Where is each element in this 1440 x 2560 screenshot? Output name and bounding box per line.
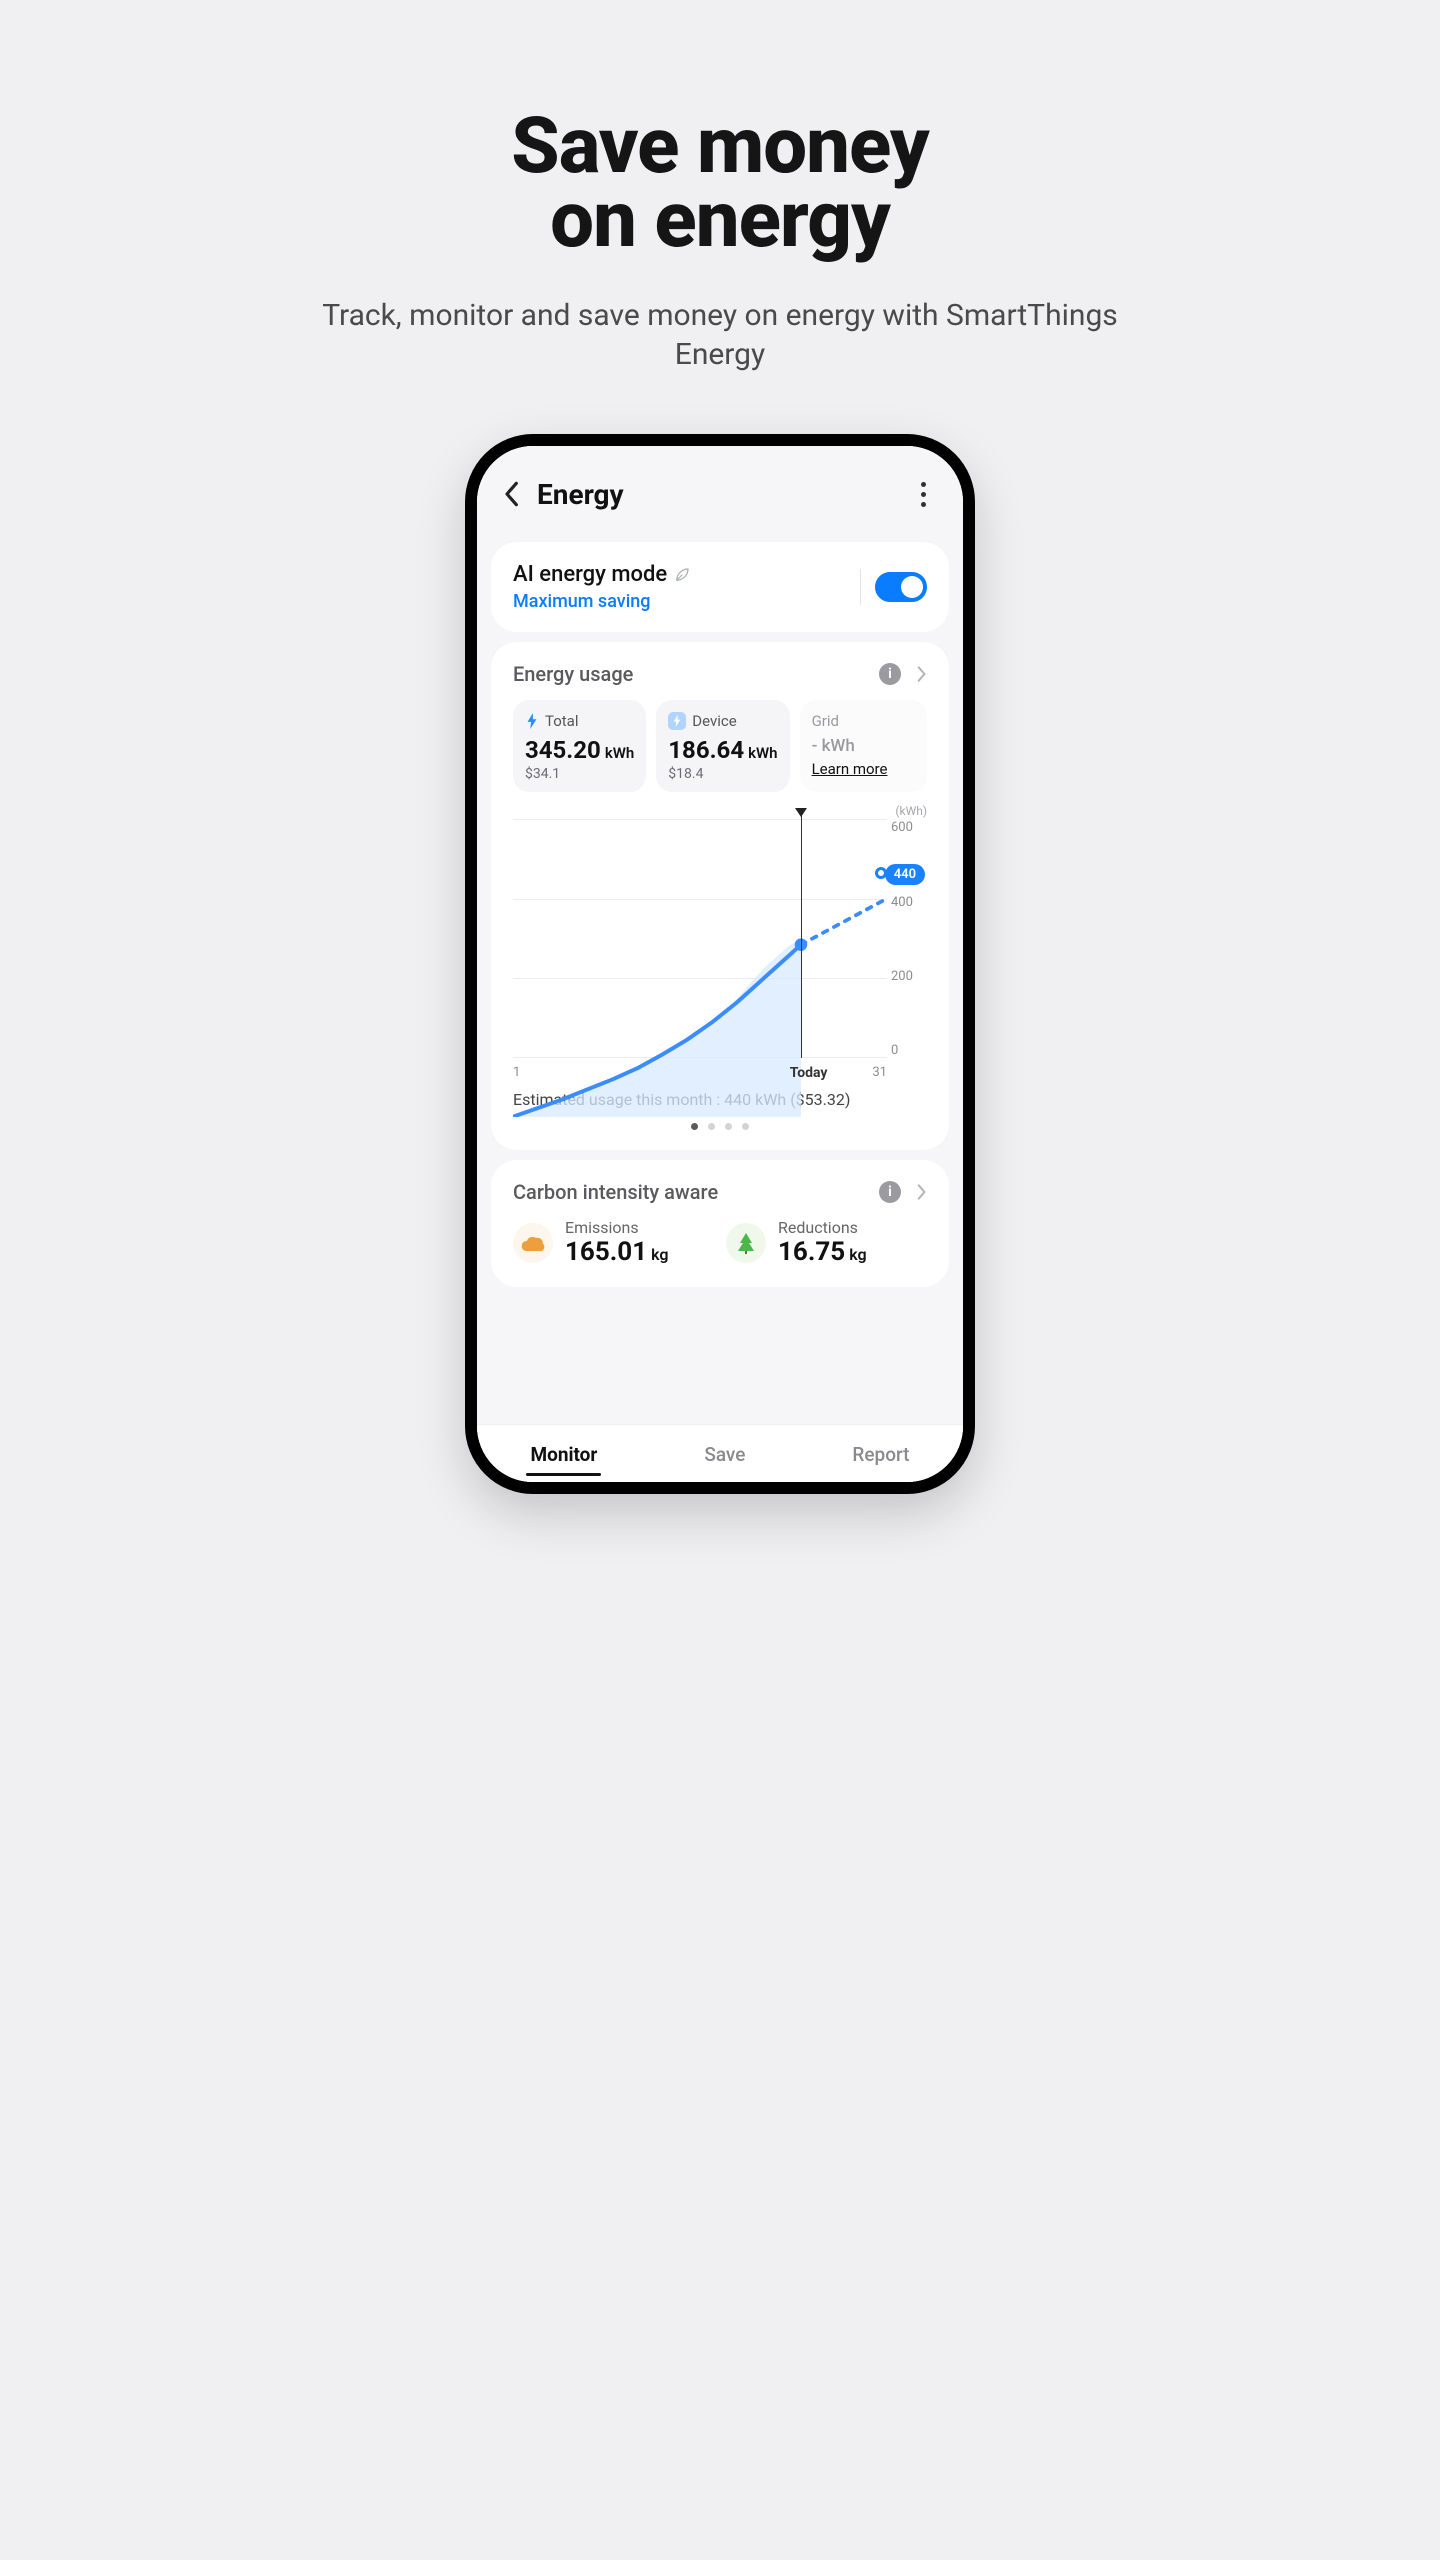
app-header: Energy [477, 446, 963, 532]
stat-device-unit: kWh [748, 744, 777, 762]
carousel-dot[interactable] [725, 1123, 732, 1130]
carbon-emissions: Emissions 165.01 kg [513, 1218, 714, 1267]
carousel-dot[interactable] [691, 1123, 698, 1130]
stat-grid[interactable]: Grid - kWh Learn more [800, 700, 927, 792]
ytick: 0 [891, 1043, 927, 1058]
ytick: 200 [891, 969, 927, 984]
reductions-value: 16.75 [778, 1237, 845, 1267]
ai-mode-toggle[interactable] [875, 572, 927, 602]
ai-energy-mode-card[interactable]: AI energy mode Maximum saving [491, 542, 949, 632]
device-icon [668, 712, 686, 730]
carousel-dots[interactable] [513, 1123, 927, 1130]
hero-title-line2: on energy [550, 175, 890, 266]
reductions-unit: kg [849, 1245, 866, 1264]
emissions-label: Emissions [565, 1218, 669, 1237]
stat-total-unit: kWh [605, 744, 634, 762]
page-title: Energy [537, 478, 624, 511]
info-icon[interactable]: i [879, 1181, 901, 1203]
chart-x-ticks: 1 Today 31 [513, 1065, 887, 1080]
energy-usage-title: Energy usage [513, 662, 879, 686]
hero-subtitle: Track, monitor and save money on energy … [310, 296, 1130, 374]
stat-total-label: Total [545, 712, 579, 730]
info-icon[interactable]: i [879, 663, 901, 685]
carbon-reductions: Reductions 16.75 kg [726, 1218, 927, 1267]
tree-icon [726, 1223, 766, 1263]
ai-mode-subtitle: Maximum saving [513, 591, 846, 612]
emissions-unit: kg [651, 1245, 668, 1264]
xtick-end: 31 [872, 1065, 887, 1080]
cloud-icon [513, 1223, 553, 1263]
carousel-dot[interactable] [708, 1123, 715, 1130]
xtick-start: 1 [513, 1065, 520, 1080]
chart-y-unit: (kWh) [895, 804, 927, 818]
stat-device-cost: $18.4 [668, 766, 777, 782]
usage-chart: (kWh) 600 400 200 0 [513, 810, 927, 1080]
back-icon[interactable] [491, 474, 531, 514]
reductions-label: Reductions [778, 1218, 867, 1237]
chart-today-marker [801, 812, 802, 1058]
carbon-card: Carbon intensity aware i Emissions [491, 1160, 949, 1287]
phone-frame: Energy AI energy mode Maximum saving [465, 434, 975, 1494]
stat-total-cost: $34.1 [525, 766, 634, 782]
carbon-title: Carbon intensity aware [513, 1180, 879, 1204]
leaf-icon [673, 566, 691, 584]
xtick-today: Today [790, 1065, 828, 1081]
stat-device-value: 186.64 [668, 736, 744, 764]
tab-report[interactable]: Report [842, 1443, 919, 1466]
emissions-value: 165.01 [565, 1237, 647, 1267]
ytick: 400 [891, 895, 927, 910]
tab-save[interactable]: Save [694, 1443, 755, 1466]
hero-title: Save money on energy [310, 110, 1130, 258]
tab-monitor[interactable]: Monitor [520, 1443, 607, 1466]
chart-point-badge: 440 [885, 864, 925, 885]
chart-y-ticks: 600 400 200 0 [891, 820, 927, 1058]
stat-grid-value: - kWh [812, 736, 855, 756]
stat-total-value: 345.20 [525, 736, 601, 764]
stat-total[interactable]: Total 345.20 kWh $34.1 [513, 700, 646, 792]
grid-learn-more-link[interactable]: Learn more [812, 760, 888, 778]
bottom-tabs: Monitor Save Report [477, 1424, 963, 1482]
bolt-icon [525, 713, 539, 729]
stat-grid-label: Grid [812, 712, 839, 730]
chevron-right-icon[interactable] [917, 665, 927, 683]
stat-device-label: Device [692, 712, 736, 730]
energy-usage-card: Energy usage i Total [491, 642, 949, 1150]
usage-stats-row: Total 345.20 kWh $34.1 D [513, 700, 927, 792]
divider [860, 569, 861, 605]
more-icon[interactable] [907, 478, 939, 510]
carousel-dot[interactable] [742, 1123, 749, 1130]
ytick: 600 [891, 820, 927, 835]
ai-mode-title: AI energy mode [513, 562, 667, 587]
stat-device[interactable]: Device 186.64 kWh $18.4 [656, 700, 789, 792]
chevron-right-icon[interactable] [917, 1183, 927, 1201]
